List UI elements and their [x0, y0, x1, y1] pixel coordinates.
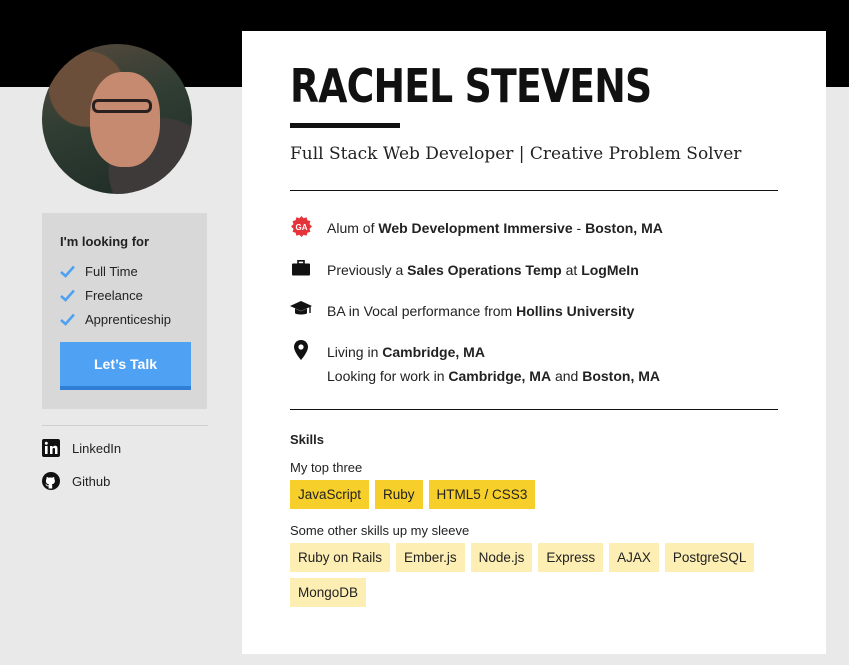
info-bold: Boston, MA [585, 220, 663, 236]
avatar [42, 44, 192, 194]
checkmark-icon [60, 289, 75, 302]
list-item: Full Time [60, 259, 171, 283]
info-text: and [551, 368, 583, 384]
info-bold: LogMeIn [581, 262, 639, 278]
github-label: Github [72, 473, 111, 489]
map-pin-icon [294, 340, 308, 360]
skill-tag: Ruby on Rails [290, 543, 391, 572]
looking-for-card: I'm looking for Full Time Freelance Appr… [42, 213, 207, 409]
info-text: BA in Vocal performance from [327, 303, 517, 319]
info-bold: Cambridge, MA [448, 368, 552, 384]
svg-text:GA: GA [295, 223, 307, 232]
list-item: Freelance [60, 283, 171, 307]
skill-tag: JavaScript [290, 480, 370, 509]
info-bold: Hollins University [516, 303, 635, 319]
other-skills-label: Some other skills up my sleeve [290, 523, 470, 538]
divider [290, 409, 778, 410]
skill-tag: Express [538, 543, 604, 572]
looking-for-list: Full Time Freelance Apprenticeship [60, 259, 171, 331]
info-text: Looking for work in [327, 368, 449, 384]
skill-tag: Node.js [470, 543, 533, 572]
resume-card: RACHEL STEVENS Full Stack Web Developer … [242, 31, 826, 654]
info-text: - [572, 220, 586, 236]
github-link[interactable]: Github [42, 472, 110, 490]
skill-tag: HTML5 / CSS3 [428, 480, 536, 509]
skill-tag: PostgreSQL [664, 543, 755, 572]
lets-talk-button[interactable]: Let’s Talk [60, 342, 191, 390]
linkedin-link[interactable]: LinkedIn [42, 439, 121, 457]
looking-item-label: Full Time [85, 263, 138, 279]
info-text: Alum of [327, 220, 379, 236]
info-text: Previously a [327, 262, 408, 278]
ga-logo-icon: GA [290, 215, 312, 237]
info-location: Living in Cambridge, MA Looking for work… [290, 340, 660, 388]
sidebar-divider [42, 425, 208, 426]
looking-item-label: Apprenticeship [85, 311, 171, 327]
title-underline [290, 123, 400, 128]
top-skills-tags: JavaScript Ruby HTML5 / CSS3 [290, 480, 790, 515]
info-bold: Boston, MA [582, 368, 660, 384]
linkedin-icon [42, 439, 60, 457]
skill-tag: AJAX [609, 543, 659, 572]
list-item: Apprenticeship [60, 307, 171, 331]
info-text: Living in [327, 344, 383, 360]
info-text: at [561, 262, 582, 278]
tagline: Full Stack Web Developer | Creative Prob… [290, 144, 742, 164]
skills-title: Skills [290, 432, 324, 447]
info-ga: GA Alum of Web Development Immersive - B… [290, 215, 663, 240]
other-skills-tags: Ruby on Rails Ember.js Node.js Express A… [290, 543, 790, 613]
skill-tag: Ember.js [396, 543, 465, 572]
info-job: Previously a Sales Operations Temp at Lo… [290, 258, 639, 282]
looking-item-label: Freelance [85, 287, 143, 303]
divider [290, 190, 778, 191]
linkedin-label: LinkedIn [72, 440, 122, 456]
page-title: RACHEL STEVENS [290, 59, 652, 113]
skill-tag: MongoDB [290, 578, 367, 607]
info-bold: Sales Operations Temp [407, 262, 562, 278]
github-icon [42, 472, 60, 490]
looking-for-title: I'm looking for [60, 234, 150, 249]
top-skills-label: My top three [290, 460, 363, 475]
checkmark-icon [60, 265, 75, 278]
checkmark-icon [60, 313, 75, 326]
info-bold: Cambridge, MA [382, 344, 485, 360]
skill-tag: Ruby [375, 480, 423, 509]
info-bold: Web Development Immersive [378, 220, 573, 236]
graduation-cap-icon [290, 301, 312, 315]
briefcase-icon [292, 260, 310, 276]
info-education: BA in Vocal performance from Hollins Uni… [290, 299, 634, 323]
